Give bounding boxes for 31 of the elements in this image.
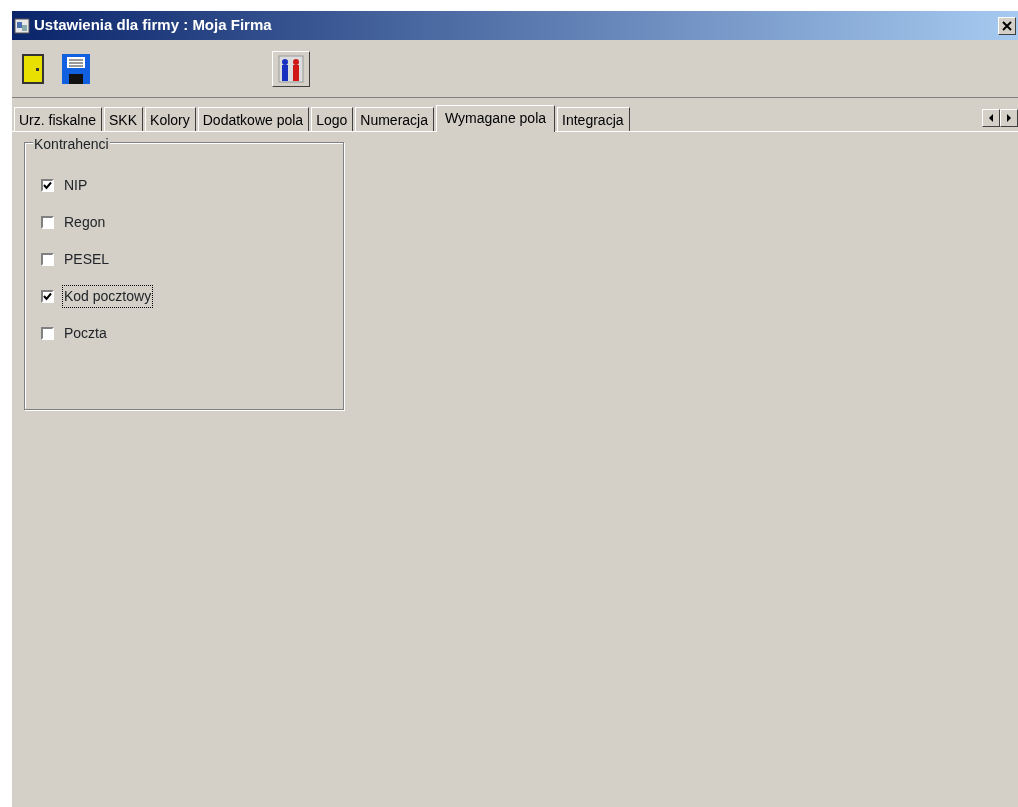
tab[interactable]: Dodatkowe pola <box>197 107 310 131</box>
close-button[interactable] <box>998 16 1016 35</box>
checkbox-label[interactable]: Regon <box>62 210 108 234</box>
contractors-button[interactable] <box>272 50 310 87</box>
people-icon <box>275 53 307 84</box>
checkbox-label[interactable]: NIP <box>62 173 90 197</box>
tab[interactable]: SKK <box>104 107 144 131</box>
checkbox[interactable] <box>41 326 54 340</box>
tab[interactable]: Integracja <box>557 107 630 131</box>
checkbox-label[interactable]: Kod pocztowy <box>62 284 154 308</box>
scroll-left-button[interactable] <box>982 109 1000 127</box>
tab[interactable]: Logo <box>311 107 354 131</box>
save-button[interactable] <box>60 51 92 86</box>
checkbox[interactable] <box>41 289 54 303</box>
tab[interactable]: Wymagane pola <box>436 105 556 132</box>
app-icon <box>14 17 30 34</box>
right-arrow-icon <box>1006 114 1012 122</box>
scroll-right-button[interactable] <box>1000 109 1018 127</box>
checkbox-label[interactable]: Poczta <box>62 321 109 345</box>
tab[interactable]: Urz. fiskalne <box>14 107 103 131</box>
checkbox-label[interactable]: PESEL <box>62 247 112 271</box>
window-title: Ustawienia dla firmy : Moja Firma <box>34 15 272 36</box>
door-icon <box>22 53 44 84</box>
tab[interactable]: Numeracja <box>355 107 434 131</box>
left-arrow-icon <box>988 114 994 122</box>
close-icon <box>1002 20 1012 31</box>
tab[interactable]: Kolory <box>145 107 196 131</box>
checkbox[interactable] <box>41 215 54 229</box>
checkbox[interactable] <box>41 178 54 192</box>
checkbox[interactable] <box>41 252 54 266</box>
exit-button[interactable] <box>20 51 46 86</box>
